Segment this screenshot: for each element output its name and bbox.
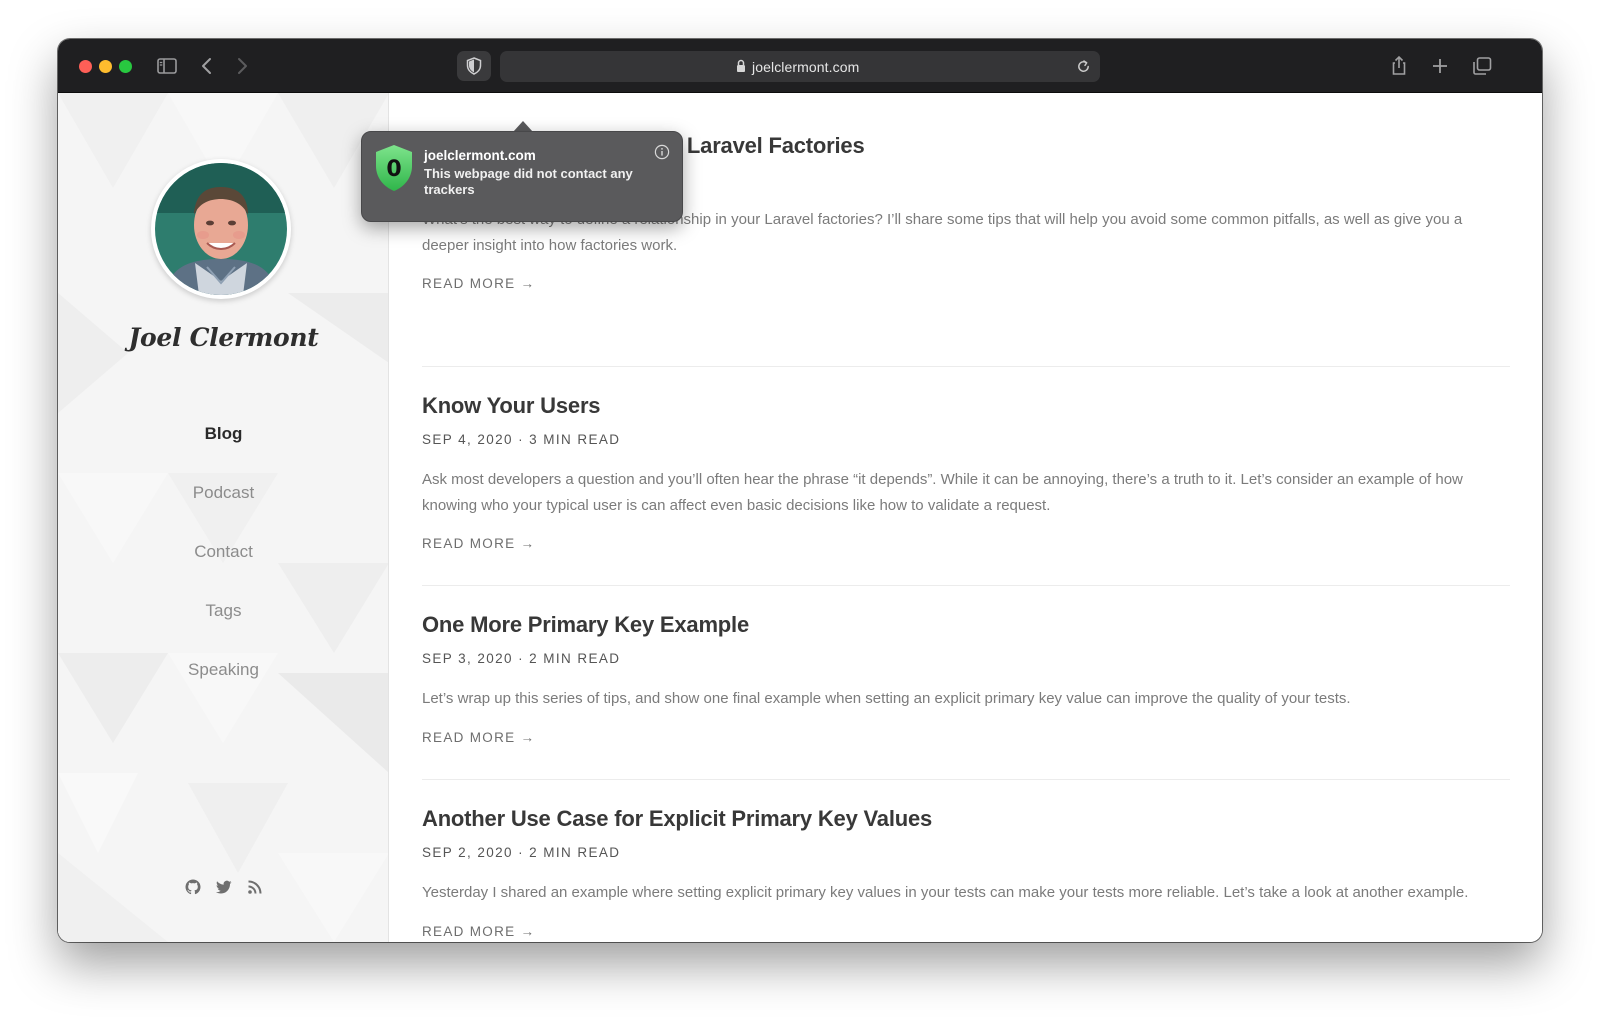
back-arrow-icon[interactable] [195,54,219,78]
read-more-link[interactable]: READ MORE → [422,730,535,745]
social-links [58,879,388,895]
browser-window: joelclermont.com Joel Clermont Blog Podc… [58,39,1542,942]
nav-item-blog[interactable]: Blog [58,423,388,482]
post-title[interactable]: One More Primary Key Example [422,612,1510,638]
tracker-count: 0 [386,157,401,182]
post-excerpt: Yesterday I shared an example where sett… [422,884,1469,901]
post-excerpt: Let’s wrap up this series of tips, and s… [422,690,1351,707]
read-more-link[interactable]: READ MORE → [422,276,535,291]
site-name[interactable]: Joel Clermont [58,323,388,352]
shield-icon [466,57,482,75]
nav-item-contact[interactable]: Contact [58,541,388,600]
minimize-window-button[interactable] [99,60,112,73]
address-bar[interactable]: joelclermont.com [500,51,1100,82]
share-icon[interactable] [1387,54,1411,78]
post-divider [422,585,1510,586]
profile-avatar[interactable] [151,159,291,299]
nav-item-tags[interactable]: Tags [58,600,388,659]
info-icon[interactable] [654,144,670,160]
popover-domain: joelclermont.com [424,148,536,163]
main-navigation: Blog Podcast Contact Tags Speaking [58,423,388,718]
post-title[interactable]: Another Use Case for Explicit Primary Ke… [422,806,1510,832]
rss-icon[interactable] [247,879,263,895]
read-more-link[interactable]: READ MORE → [422,924,535,939]
post-item: Know Your Users SEP 4, 2020 · 3 MIN READ… [422,393,1510,553]
lock-icon [737,59,745,72]
nav-item-podcast[interactable]: Podcast [58,482,388,541]
tab-overview-icon[interactable] [1470,54,1494,78]
read-more-link[interactable]: READ MORE → [422,536,535,551]
forward-arrow-icon[interactable] [230,54,254,78]
close-window-button[interactable] [79,60,92,73]
zoom-window-button[interactable] [119,60,132,73]
profile-photo [155,163,287,295]
tracker-shield-icon: 0 [376,145,412,191]
reload-icon[interactable] [1076,59,1091,74]
post-divider [422,366,1510,367]
github-icon[interactable] [185,879,201,895]
post-meta: SEP 4, 2020 · 3 MIN READ [422,432,621,447]
twitter-icon[interactable] [215,879,232,895]
new-tab-icon[interactable] [1428,54,1452,78]
privacy-report-popover[interactable]: 0 joelclermont.com This webpage did not … [361,131,683,222]
sidebar-toggle-icon[interactable] [155,54,179,78]
post-meta: SEP 3, 2020 · 2 MIN READ [422,651,621,666]
post-item: One More Primary Key Example SEP 3, 2020… [422,612,1510,747]
post-excerpt: Ask most developers a question and you’l… [422,471,1463,514]
site-sidebar: Joel Clermont Blog Podcast Contact Tags … [58,93,389,942]
url-text: joelclermont.com [752,59,860,75]
post-divider [422,779,1510,780]
popover-message: This webpage did not contact any tracker… [424,166,633,197]
post-meta: SEP 2, 2020 · 2 MIN READ [422,845,621,860]
browser-toolbar: joelclermont.com [58,39,1542,93]
post-title[interactable]: Know Your Users [422,393,1510,419]
post-item: Another Use Case for Explicit Primary Ke… [422,806,1510,941]
privacy-report-button[interactable] [457,51,491,81]
nav-item-speaking[interactable]: Speaking [58,659,388,718]
